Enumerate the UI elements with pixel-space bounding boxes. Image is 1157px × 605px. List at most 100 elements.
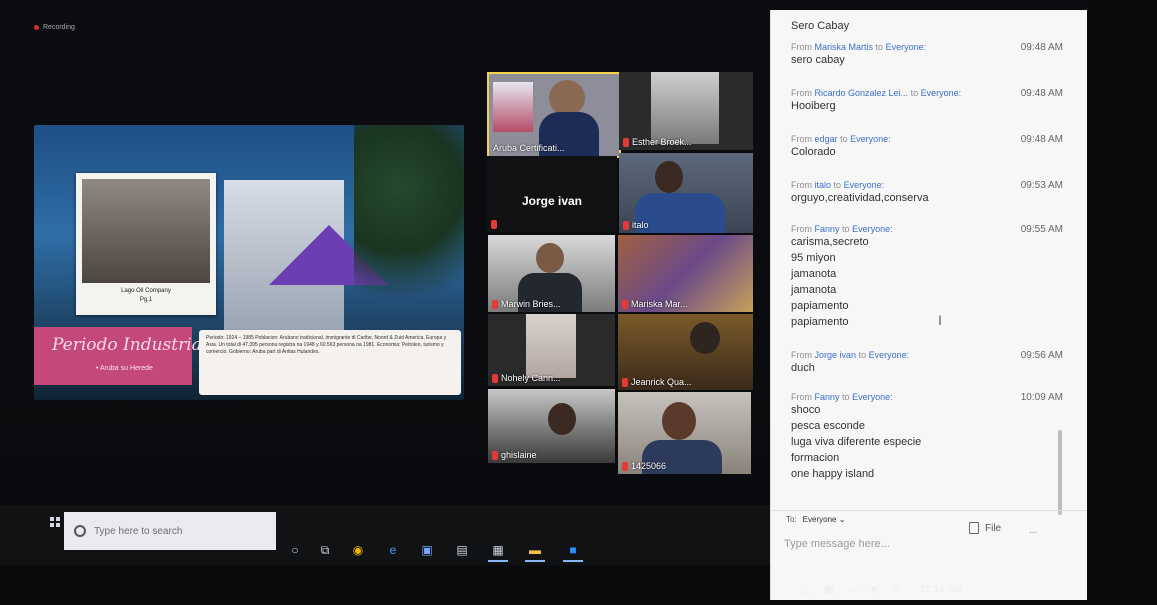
recipient-name: Everyone: xyxy=(852,224,893,234)
participant-face xyxy=(549,80,585,116)
message-line: jamanota xyxy=(791,284,837,296)
recipient-name: Everyone: xyxy=(868,350,910,360)
message-line: shoco xyxy=(791,404,821,416)
pen-icon[interactable]: ✎ xyxy=(891,584,899,595)
chat-message: From Jorge ivan to Everyone: 09:56 AM du… xyxy=(791,350,1073,376)
chat-message: From edgar to Everyone: 09:48 AM Colorad… xyxy=(791,134,1073,160)
recipient-selector[interactable]: To: Everyone ⌄ xyxy=(786,515,845,524)
photo-caption-line2: Pg.1 xyxy=(139,297,153,303)
file-explorer-icon[interactable]: ▬ xyxy=(525,540,545,562)
video-tile[interactable]: Jeanrick Qua... xyxy=(618,314,753,390)
message-line: pesca esconde xyxy=(791,420,865,432)
chat-message: From Fanny to Everyone: 09:55 AM carisma… xyxy=(791,224,1073,330)
tile-name: Esther Broek... xyxy=(632,137,692,147)
file-button[interactable]: File xyxy=(969,522,1001,534)
from-prefix: From xyxy=(791,88,812,98)
message-time: 09:53 AM xyxy=(1020,180,1063,191)
windows-start-icon[interactable] xyxy=(50,517,60,527)
participant-video xyxy=(526,314,576,378)
video-tile[interactable]: ghislaine xyxy=(488,389,615,463)
news-icon[interactable]: ▦ xyxy=(488,540,508,562)
participant-face xyxy=(655,161,683,193)
tile-label: Aruba Certificati... xyxy=(493,143,565,153)
video-tile[interactable]: Aruba Certificati... xyxy=(487,72,621,158)
tile-label: Esther Broek... xyxy=(623,137,692,147)
tray-clock[interactable]: 10:19 AM xyxy=(920,584,962,595)
message-time: 10:09 AM xyxy=(1020,392,1063,403)
chrome-icon[interactable]: ◉ xyxy=(348,540,368,560)
message-line: Sero Cabay xyxy=(791,20,850,32)
sender-name: Fanny xyxy=(814,224,840,234)
shared-screen-slide: Lago Oil Company Pg.1 Periodo Industrial… xyxy=(34,125,464,400)
divider xyxy=(771,510,1089,511)
muted-mic-icon xyxy=(492,299,498,309)
message-time: 09:48 AM xyxy=(1020,42,1063,53)
recipient-name: Everyone: xyxy=(850,134,891,144)
refinery-photo-image xyxy=(82,179,210,283)
cortana-icon[interactable]: ○ xyxy=(285,540,305,560)
edge-icon[interactable]: e xyxy=(383,540,403,560)
video-tile[interactable]: Jorge ivan xyxy=(487,156,617,232)
from-prefix: From xyxy=(791,42,812,52)
message-line: 95 miyon xyxy=(791,252,836,264)
muted-mic-icon xyxy=(622,377,628,387)
chat-panel: Sero Cabay From Mariska Martis to Everyo… xyxy=(770,10,1089,600)
battery-icon[interactable]: ▭ xyxy=(847,584,856,595)
video-tile[interactable]: 1425066 xyxy=(618,392,751,474)
tile-name: italo xyxy=(632,220,649,230)
chevron-up-icon[interactable]: ︿ xyxy=(800,582,810,597)
video-tile[interactable]: Marwin Bries... xyxy=(488,235,615,312)
tile-label: Jeanrick Qua... xyxy=(622,377,692,387)
sender-name: Jorge ivan xyxy=(814,350,857,360)
video-tile[interactable]: italo xyxy=(619,153,753,233)
participant-face xyxy=(690,322,720,354)
tile-label: italo xyxy=(623,220,649,230)
to-word: to xyxy=(842,392,850,402)
recipient-dropdown[interactable]: Everyone ⌄ xyxy=(803,515,846,524)
muted-mic-icon xyxy=(492,373,498,383)
photo-caption: Lago Oil Company Pg.1 xyxy=(76,287,216,305)
message-time: 09:48 AM xyxy=(1020,134,1063,145)
zoom-icon[interactable]: ■ xyxy=(563,540,583,562)
chat-message-input[interactable]: Type message here... xyxy=(784,538,890,550)
taskbar-search-box[interactable]: Type here to search xyxy=(64,512,276,550)
tile-label: 1425066 xyxy=(622,461,666,471)
file-label: File xyxy=(985,522,1002,534)
more-options-button[interactable]: ... xyxy=(1029,525,1037,536)
message-line: sero cabay xyxy=(791,54,845,66)
tile-name: Jeanrick Qua... xyxy=(631,377,692,387)
palm-trees-image xyxy=(354,125,464,335)
network-icon[interactable]: ▦ xyxy=(824,584,833,595)
message-time: 09:48 AM xyxy=(1020,88,1063,99)
sender-name: italo xyxy=(814,180,832,190)
message-line: duch xyxy=(791,362,815,374)
tile-name: Aruba Certificati... xyxy=(493,143,565,153)
slide-title: Periodo Industrial xyxy=(52,335,208,355)
message-time: 09:55 AM xyxy=(1020,224,1063,235)
chat-scrollbar[interactable] xyxy=(1058,430,1062,515)
store-icon[interactable]: ▤ xyxy=(452,540,472,560)
to-label: To: xyxy=(786,515,797,524)
volume-icon[interactable]: 🔊︎ xyxy=(871,584,877,595)
recipient-name: Everyone: xyxy=(852,392,893,402)
video-tile[interactable]: Nohely Cann... xyxy=(488,314,615,386)
to-word: to xyxy=(858,350,867,360)
recipient-name: Everyone: xyxy=(920,88,962,98)
slide-subtitle: • Aruba su Herede xyxy=(96,365,153,372)
tile-label: Mariska Mar... xyxy=(622,299,688,309)
text-cursor-icon: I xyxy=(938,312,942,328)
banner-image xyxy=(493,82,533,132)
recording-indicator: Recording xyxy=(34,24,75,31)
video-tile[interactable]: Esther Broek... xyxy=(619,72,753,150)
task-view-icon[interactable]: ⧉ xyxy=(315,540,335,560)
muted-mic-icon xyxy=(491,220,497,229)
message-line: orguyo,creatividad,conserva xyxy=(791,192,929,204)
video-tile[interactable]: Mariska Mar... xyxy=(618,235,753,312)
tile-label xyxy=(491,220,497,229)
message-line: jamanota xyxy=(791,268,837,280)
sender-name: Fanny xyxy=(814,392,840,402)
message-line: papiamento xyxy=(791,316,849,328)
to-word: to xyxy=(840,134,848,144)
system-tray: ︿ ▦ ▭ 🔊︎ ✎ 10:19 AM xyxy=(800,582,962,597)
notes-icon[interactable]: ▣ xyxy=(417,540,437,560)
